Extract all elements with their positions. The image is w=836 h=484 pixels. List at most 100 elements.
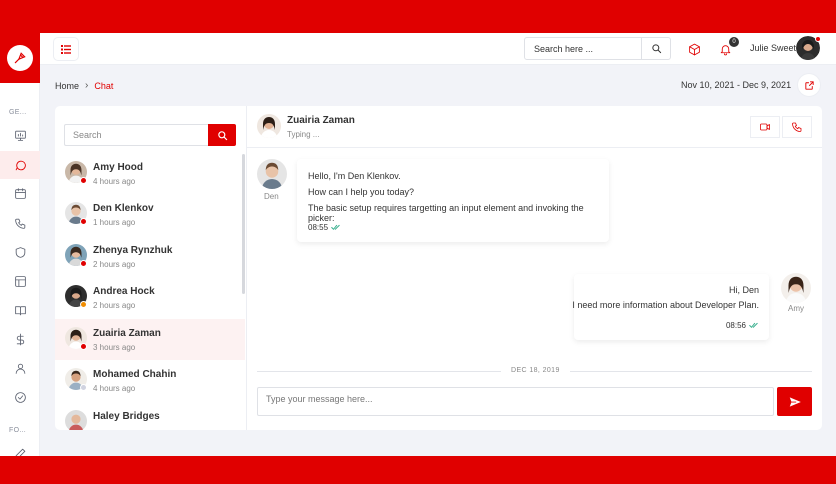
contact-time: 1 hours ago — [93, 218, 136, 227]
sidebar-item-chat[interactable] — [0, 151, 40, 179]
status-dot — [80, 177, 87, 184]
message-sender: Den — [264, 192, 279, 201]
contact-name: Haley Bridges — [93, 411, 160, 422]
top-header: 0 Julie Sweet — [40, 33, 836, 65]
chat-icon — [15, 160, 26, 170]
message-time: 08:55 — [308, 223, 329, 232]
contact-name: Zuairia Zaman — [93, 328, 161, 339]
status-dot — [80, 343, 87, 350]
contact-name: Zhenya Rynzhuk — [93, 245, 173, 256]
cube-icon — [688, 43, 700, 55]
contact-list-scrollbar[interactable] — [242, 154, 245, 294]
message-line: I need more information about Developer … — [572, 300, 759, 310]
avatar — [781, 273, 811, 303]
date-range-label: Nov 10, 2021 - Dec 9, 2021 — [681, 80, 792, 90]
status-dot — [80, 218, 87, 225]
message-line: Hello, I'm Den Klenkov. — [308, 171, 401, 181]
list-icon — [61, 44, 71, 54]
calendar-icon — [14, 187, 26, 199]
notification-badge: 0 — [729, 37, 739, 47]
sidebar-section-forms: FO... — [9, 427, 27, 434]
sidebar-item-tasks[interactable] — [0, 383, 40, 411]
contact-name: Amy Hood — [93, 162, 143, 173]
bottom-red-band — [0, 456, 836, 484]
sidebar-item-dashboard[interactable] — [0, 121, 40, 149]
contact-search-input[interactable] — [64, 124, 208, 146]
user-status-dot — [815, 36, 821, 42]
sidebar-item-calendar[interactable] — [0, 179, 40, 207]
double-check-icon — [749, 322, 758, 329]
avatar — [257, 159, 287, 189]
contact-name: Mohamed Chahin — [93, 369, 177, 380]
message-timestamp: 08:55 — [308, 223, 341, 232]
contact-item[interactable]: Andrea Hock 2 hours ago — [55, 277, 245, 318]
contact-item[interactable]: Den Klenkov 1 hours ago — [55, 194, 245, 235]
contact-item[interactable]: Mohamed Chahin 4 hours ago — [55, 360, 245, 401]
outgoing-message: Hi, Den I need more information about De… — [572, 274, 769, 340]
header-search-button[interactable] — [641, 38, 670, 59]
video-icon — [760, 123, 770, 131]
sidebar-item-phone[interactable] — [0, 209, 40, 237]
contact-name: Andrea Hock — [93, 286, 155, 297]
breadcrumb: Home › Chat — [55, 80, 113, 91]
contact-item[interactable]: Amy Hood 4 hours ago — [55, 153, 245, 194]
chat-contact-status: Typing ... — [287, 130, 320, 139]
status-dot — [80, 260, 87, 267]
avatar — [65, 410, 87, 430]
chat-header: Zuairia Zaman Typing ... — [247, 106, 822, 148]
send-button[interactable] — [777, 387, 812, 416]
contact-item-active[interactable]: Zuairia Zaman 3 hours ago — [55, 319, 245, 360]
sidebar-item-forms[interactable] — [0, 439, 40, 456]
header-search-input[interactable] — [525, 38, 641, 59]
header-search — [524, 37, 671, 60]
chat-contact-name: Zuairia Zaman — [287, 115, 355, 126]
date-range-picker[interactable]: Nov 10, 2021 - Dec 9, 2021 — [681, 80, 805, 90]
monitor-icon — [14, 130, 26, 141]
contact-item[interactable]: Zhenya Rynzhuk 2 hours ago — [55, 236, 245, 277]
book-icon — [14, 305, 26, 315]
phone-icon — [792, 122, 802, 132]
message-input[interactable] — [258, 388, 773, 415]
date-divider-label: DEC 18, 2019 — [501, 367, 570, 374]
message-line: The basic setup requires targetting an i… — [308, 203, 584, 223]
double-check-icon — [331, 224, 340, 231]
incoming-message: Hello, I'm Den Klenkov. How can I help y… — [297, 159, 609, 242]
shield-icon — [15, 246, 25, 258]
logo[interactable] — [0, 33, 40, 83]
dollar-icon — [16, 333, 24, 345]
app-window: GE... FO... Search here ... 0 Julie Swee… — [0, 33, 836, 456]
contact-item[interactable]: Haley Bridges — [55, 402, 245, 430]
menu-toggle-button[interactable] — [54, 38, 78, 60]
search-icon — [651, 44, 661, 54]
chevron-right-icon: › — [85, 80, 89, 91]
avatar — [257, 114, 281, 138]
sidebar: GE... FO... — [0, 33, 40, 456]
contact-time: 2 hours ago — [93, 301, 136, 310]
share-icon — [804, 80, 814, 90]
apps-button[interactable] — [686, 41, 702, 57]
message-composer — [257, 387, 774, 416]
breadcrumb-current: Chat — [94, 80, 114, 91]
sidebar-item-layout[interactable] — [0, 267, 40, 295]
contact-search-button[interactable] — [208, 124, 236, 146]
contact-time: 2 hours ago — [93, 260, 136, 269]
video-call-button[interactable] — [750, 116, 780, 138]
top-red-band — [0, 0, 836, 33]
contact-search — [64, 124, 236, 146]
chat-panel: Zuairia Zaman Typing ... Den Hello, I'm … — [247, 106, 822, 430]
voice-call-button[interactable] — [782, 116, 812, 138]
edit-icon — [15, 448, 25, 456]
breadcrumb-home[interactable]: Home — [55, 81, 79, 91]
message-line: Hi, Den — [728, 285, 759, 295]
phone-icon — [14, 218, 25, 229]
sidebar-item-billing[interactable] — [0, 325, 40, 353]
sidebar-item-security[interactable] — [0, 238, 40, 266]
sidebar-item-docs[interactable] — [0, 296, 40, 324]
user-name[interactable]: Julie Sweet — [750, 43, 796, 53]
contact-list-panel: Amy Hood 4 hours ago Den Klenkov 1 hours… — [55, 106, 247, 430]
export-button[interactable] — [798, 74, 820, 96]
send-icon — [789, 396, 801, 407]
sidebar-item-user[interactable] — [0, 354, 40, 382]
layout-icon — [14, 275, 26, 287]
contact-name: Den Klenkov — [93, 203, 154, 214]
